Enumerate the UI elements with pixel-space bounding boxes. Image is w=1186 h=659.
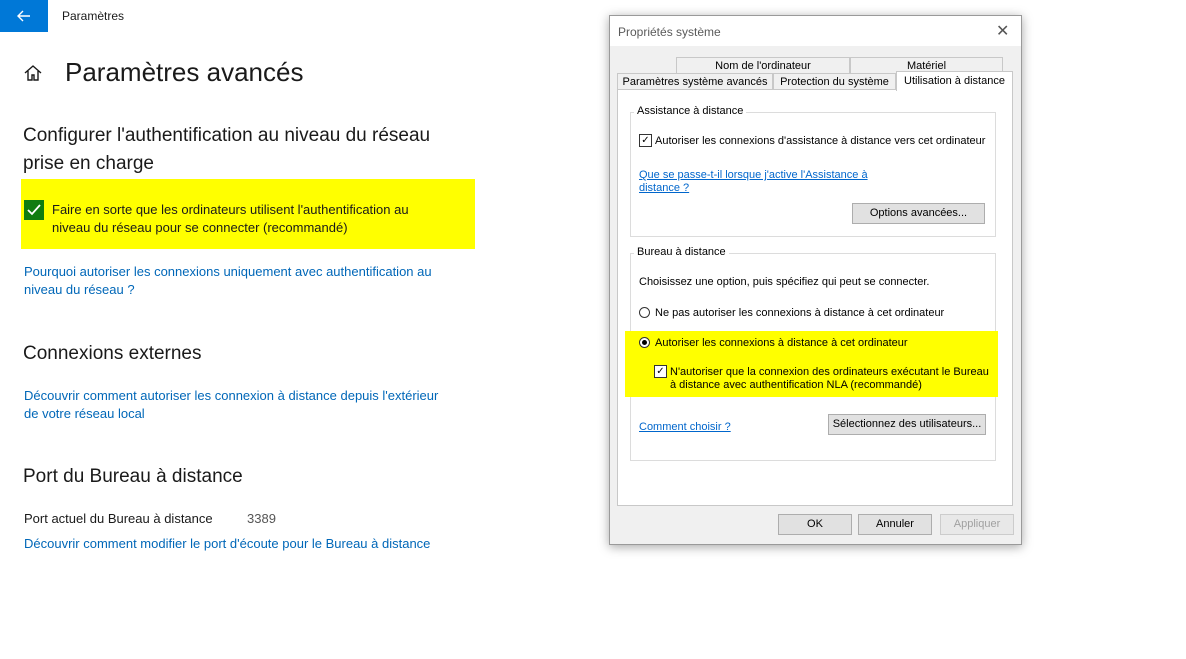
external-link-line1: Découvrir comment autoriser les connexio…: [24, 388, 439, 403]
nla-label-line1: Faire en sorte que les ordinateurs utili…: [52, 202, 409, 217]
tab-protection[interactable]: Protection du système: [773, 73, 896, 90]
remote-tab-panel: Assistance à distance ✓ Autoriser les co…: [617, 89, 1013, 506]
nla-only-line2: à distance avec authentification NLA (re…: [670, 379, 922, 391]
tab-nom-ordinateur[interactable]: Nom de l'ordinateur: [676, 57, 850, 73]
nla-section-heading: Configurer l'authentification au niveau …: [23, 122, 430, 178]
nla-checkbox-label[interactable]: Faire en sorte que les ordinateurs utili…: [52, 201, 462, 237]
advanced-options-button[interactable]: Options avancées...: [852, 203, 985, 224]
apply-button[interactable]: Appliquer: [940, 514, 1014, 535]
tab-parametres-avances[interactable]: Paramètres système avancés: [617, 73, 773, 90]
radio-allow-label[interactable]: Autoriser les connexions à distance à ce…: [655, 337, 908, 350]
radio-disallow[interactable]: [639, 307, 650, 318]
radio-allow[interactable]: [639, 337, 650, 348]
page-title: Paramètres avancés: [65, 57, 304, 87]
nla-only-label[interactable]: N'autoriser que la connexion des ordinat…: [670, 366, 989, 392]
external-link-line2: de votre réseau local: [24, 406, 145, 421]
home-icon[interactable]: [22, 62, 44, 84]
assistance-link-line2: distance ?: [639, 182, 690, 194]
tab-utilisation-distance[interactable]: Utilisation à distance: [896, 71, 1013, 91]
assistance-link-line1: Que se passe-t-il lorsque j'active l'Ass…: [639, 169, 868, 181]
assistance-group-title: Assistance à distance: [634, 105, 747, 117]
nla-link-line2: niveau du réseau ?: [24, 282, 135, 297]
nla-only-checkbox[interactable]: ✓: [654, 365, 667, 378]
port-value: 3389: [247, 511, 276, 526]
assistance-checkbox[interactable]: ✓: [639, 134, 652, 147]
nla-link-line1: Pourquoi autoriser les connexions unique…: [24, 264, 432, 279]
select-users-button[interactable]: Sélectionnez des utilisateurs...: [828, 414, 986, 435]
port-label: Port actuel du Bureau à distance: [24, 511, 213, 526]
assistance-checkbox-label[interactable]: Autoriser les connexions d'assistance à …: [655, 135, 985, 148]
system-properties-dialog: Propriétés système ✕ Nom de l'ordinateur…: [609, 15, 1022, 545]
cancel-button[interactable]: Annuler: [858, 514, 932, 535]
ok-button[interactable]: OK: [778, 514, 852, 535]
assistance-help-link[interactable]: Que se passe-t-il lorsque j'active l'Ass…: [639, 169, 868, 195]
radio-disallow-label[interactable]: Ne pas autoriser les connexions à distan…: [655, 307, 944, 320]
port-link[interactable]: Découvrir comment modifier le port d'éco…: [24, 535, 430, 553]
external-heading: Connexions externes: [23, 343, 202, 364]
external-link[interactable]: Découvrir comment autoriser les connexio…: [24, 387, 438, 423]
nla-checkbox[interactable]: [24, 200, 44, 220]
nla-heading-line2: prise en charge: [23, 153, 154, 174]
app-title: Paramètres: [62, 9, 125, 23]
dialog-title: Propriétés système: [618, 25, 721, 39]
arrow-left-icon: [17, 10, 30, 22]
remote-desktop-group-title: Bureau à distance: [634, 246, 729, 258]
back-button[interactable]: [0, 0, 48, 32]
nla-only-line1: N'autoriser que la connexion des ordinat…: [670, 366, 989, 378]
port-heading: Port du Bureau à distance: [23, 466, 243, 487]
nla-label-line2: niveau du réseau pour se connecter (reco…: [52, 220, 348, 235]
nla-heading-line1: Configurer l'authentification au niveau …: [23, 125, 431, 146]
close-icon[interactable]: ✕: [996, 21, 1009, 41]
checkmark-icon: [27, 204, 41, 216]
how-to-choose-link[interactable]: Comment choisir ?: [639, 421, 731, 434]
dialog-titlebar[interactable]: Propriétés système ✕: [610, 16, 1021, 46]
remote-desktop-instruction: Choisissez une option, puis spécifiez qu…: [639, 276, 930, 288]
nla-why-link[interactable]: Pourquoi autoriser les connexions unique…: [24, 263, 432, 299]
